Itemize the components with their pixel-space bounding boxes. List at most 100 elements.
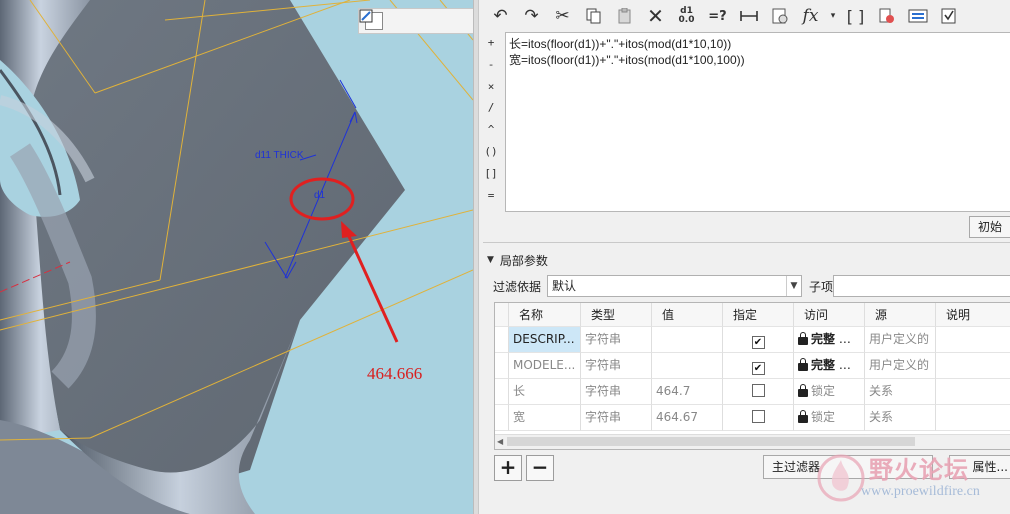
paste-icon[interactable] xyxy=(611,3,638,29)
relations-toolbar: ↶ ↷ ✂ ✕ d1 0.0 =? fx ▾ [ ] xyxy=(479,0,1010,32)
access-cell[interactable]: 完整 … xyxy=(794,327,865,353)
filter-label: 过滤依据 xyxy=(493,280,542,294)
function-dropdown-icon[interactable]: ▾ xyxy=(828,3,838,29)
column-header-type[interactable]: 类型 xyxy=(581,303,652,327)
access-value: 完整 xyxy=(811,358,836,372)
column-header-note[interactable]: 说明 xyxy=(936,303,1010,327)
operator-brackets[interactable]: [] xyxy=(479,163,503,185)
function-icon[interactable]: fx xyxy=(797,3,824,29)
repaint-icon[interactable] xyxy=(359,9,455,30)
zoom-out-icon[interactable] xyxy=(359,9,431,30)
table-row[interactable]: 宽 字符串 464.67 锁定 关系 xyxy=(495,405,1010,431)
relations-editor[interactable]: 长=itos(floor(d1))+"."+itos(mod(d1*10,10)… xyxy=(505,32,1010,212)
filter-row: 过滤依据 默认 ▼ 子项 xyxy=(493,275,1010,297)
delete-icon[interactable]: ✕ xyxy=(642,3,669,29)
section-divider xyxy=(483,242,1010,243)
operator-minus[interactable]: - xyxy=(479,54,503,76)
designate-checkbox[interactable] xyxy=(751,410,765,423)
remove-parameter-button[interactable]: − xyxy=(526,455,554,481)
access-cell[interactable]: 完整 … xyxy=(794,353,865,379)
verify-icon[interactable] xyxy=(873,3,900,29)
param-note[interactable] xyxy=(936,327,1010,353)
table-row[interactable]: DESCRIP... 字符串 ✔ 完整 … 用户定义的 xyxy=(495,327,1010,353)
local-params-header[interactable]: ▼ 局部参数 xyxy=(487,251,548,269)
operator-equals[interactable]: = xyxy=(479,185,503,207)
access-value: 锁定 xyxy=(811,384,836,398)
lock-icon xyxy=(798,384,808,397)
designate-checkbox[interactable]: ✔ xyxy=(751,362,765,375)
table-row[interactable]: 长 字符串 464.7 锁定 关系 xyxy=(495,379,1010,405)
zoom-in-icon[interactable] xyxy=(359,9,407,30)
relation-line: 长=itos(floor(d1))+"."+itos(mod(d1*10,10)… xyxy=(509,37,732,51)
brackets-icon[interactable]: [ ] xyxy=(842,3,869,29)
designate-cell xyxy=(723,405,794,431)
chevron-down-icon: ▼ xyxy=(786,276,801,296)
watermark-url: www.proewildfire.cn xyxy=(861,484,980,499)
copy-icon[interactable] xyxy=(580,3,607,29)
scrollbar-thumb[interactable] xyxy=(507,437,915,446)
access-cell[interactable]: 锁定 xyxy=(794,405,865,431)
param-name[interactable]: DESCRIP... xyxy=(509,327,581,353)
column-header-name[interactable]: 名称 xyxy=(509,303,581,327)
param-value[interactable] xyxy=(652,327,723,353)
watermark-title: 野火论坛 xyxy=(869,456,969,484)
operator-palette: + - × / ^ () [] = xyxy=(479,32,503,212)
param-source: 用户定义的 xyxy=(865,353,936,379)
column-header-value[interactable]: 值 xyxy=(652,303,723,327)
access-cell[interactable]: 锁定 xyxy=(794,379,865,405)
access-value: 完整 xyxy=(811,332,836,346)
param-type: 字符串 xyxy=(581,379,652,405)
lock-icon xyxy=(798,358,808,371)
view-toolbar xyxy=(358,8,473,34)
param-type: 字符串 xyxy=(581,405,652,431)
evaluate-icon[interactable]: =? xyxy=(704,3,731,29)
param-value[interactable]: 464.67 xyxy=(652,405,723,431)
units-icon[interactable] xyxy=(904,3,931,29)
param-source: 用户定义的 xyxy=(865,327,936,353)
lock-icon xyxy=(798,410,808,423)
designate-cell xyxy=(723,379,794,405)
initial-button[interactable]: 初始 xyxy=(969,216,1010,238)
sub-item-label: 子项 xyxy=(809,280,834,294)
sort-icon[interactable] xyxy=(766,3,793,29)
add-parameter-button[interactable]: + xyxy=(494,455,522,481)
execute-icon[interactable] xyxy=(935,3,962,29)
undo-icon[interactable]: ↶ xyxy=(487,3,514,29)
param-value[interactable]: 464.7 xyxy=(652,379,723,405)
dimension-label-thick[interactable]: d11 THICK xyxy=(255,150,304,161)
param-note[interactable] xyxy=(936,379,1010,405)
designate-checkbox[interactable] xyxy=(751,384,765,397)
param-name[interactable]: 宽 xyxy=(509,405,581,431)
annotation-value: 464.666 xyxy=(367,364,423,383)
table-row[interactable]: MODELE... 字符串 ✔ 完整 … 用户定义的 xyxy=(495,353,1010,379)
designate-cell: ✔ xyxy=(723,327,794,353)
scroll-left-icon[interactable]: ◀ xyxy=(497,435,503,449)
dimension-label-d1[interactable]: d1 xyxy=(314,190,325,201)
param-note[interactable] xyxy=(936,353,1010,379)
param-value[interactable] xyxy=(652,353,723,379)
operator-parentheses[interactable]: () xyxy=(479,141,503,163)
sub-item-field[interactable] xyxy=(833,275,1010,297)
designate-cell: ✔ xyxy=(723,353,794,379)
cut-icon[interactable]: ✂ xyxy=(549,3,576,29)
column-header-access[interactable]: 访问 xyxy=(794,303,865,327)
operator-divide[interactable]: / xyxy=(479,97,503,119)
filter-select[interactable]: 默认 ▼ xyxy=(547,275,802,297)
measure-icon[interactable] xyxy=(735,3,762,29)
operator-power[interactable]: ^ xyxy=(479,119,503,141)
model-viewport[interactable]: d11 THICK d1 464.666 xyxy=(0,0,473,514)
column-header-designate[interactable]: 指定 xyxy=(723,303,794,327)
access-value: 锁定 xyxy=(811,410,836,424)
column-header-source[interactable]: 源 xyxy=(865,303,936,327)
param-note[interactable] xyxy=(936,405,1010,431)
param-name[interactable]: MODELE... xyxy=(509,353,581,379)
operator-multiply[interactable]: × xyxy=(479,76,503,98)
operator-plus[interactable]: + xyxy=(479,32,503,54)
dimension-toggle-icon[interactable]: d1 0.0 xyxy=(673,3,700,29)
param-name[interactable]: 长 xyxy=(509,379,581,405)
relation-line: 宽=itos(floor(d1))+"."+itos(mod(d1*100,10… xyxy=(509,53,745,67)
designate-checkbox[interactable]: ✔ xyxy=(751,336,765,349)
redo-icon[interactable]: ↷ xyxy=(518,3,545,29)
parameter-table: 名称 类型 值 指定 访问 源 说明 DESCRIP... 字符串 ✔ 完整 …… xyxy=(494,302,1010,450)
relations-panel: ↶ ↷ ✂ ✕ d1 0.0 =? fx ▾ [ ] + - × / ^ () … xyxy=(479,0,1010,514)
